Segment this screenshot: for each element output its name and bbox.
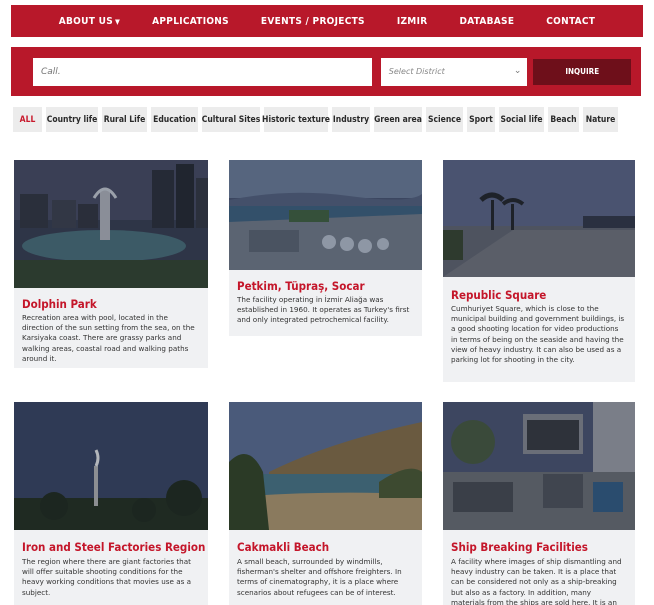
filter-science[interactable]: Science	[426, 107, 463, 132]
location-card[interactable]: Republic Square Cumhuriyet Square, which…	[443, 160, 635, 382]
filter-education[interactable]: Education	[151, 107, 198, 132]
chevron-down-icon: ▼	[115, 17, 121, 26]
search-bar: Select District ⌄ INQUIRE	[11, 47, 641, 96]
location-description: Recreation area with pool, located in th…	[22, 313, 195, 363]
filter-country-life[interactable]: Country life	[46, 107, 98, 132]
district-select[interactable]: Select District ⌄	[380, 57, 528, 86]
location-title: Petkim, Tüpraş, Socar	[237, 279, 365, 293]
location-card[interactable]: Cakmakli Beach A small beach, surrounded…	[229, 402, 422, 605]
filter-cultural-sites[interactable]: Cultural Sites	[202, 107, 260, 132]
nav-izmir[interactable]: IZMIR	[381, 16, 444, 27]
filter-beach[interactable]: Beach	[548, 107, 579, 132]
filter-industry[interactable]: Industry	[332, 107, 370, 132]
location-card[interactable]: Petkim, Tüpraş, Socar The facility opera…	[229, 160, 422, 336]
location-title: Iron and Steel Factories Region	[22, 540, 206, 554]
location-title: Cakmakli Beach	[237, 540, 330, 554]
chevron-down-icon: ⌄	[513, 65, 522, 76]
nav-database[interactable]: DATABASE	[443, 16, 530, 27]
filter-nature[interactable]: Nature	[583, 107, 618, 132]
location-photo	[14, 160, 208, 288]
location-card[interactable]: Ship Breaking Facilities A facility wher…	[443, 402, 635, 605]
category-filters: ALL Country life Rural Life Education Cu…	[13, 107, 637, 132]
location-description: A facility where images of ship dismantl…	[451, 557, 622, 605]
filter-social-life[interactable]: Social life	[499, 107, 544, 132]
top-navigation: ABOUT US ▼ APPLICATIONS EVENTS / PROJECTS…	[11, 5, 643, 37]
location-photo	[443, 402, 635, 530]
filter-sport[interactable]: Sport	[467, 107, 495, 132]
nav-applications[interactable]: APPLICATIONS	[136, 16, 245, 27]
filter-rural-life[interactable]: Rural Life	[102, 107, 147, 132]
district-select-label: Select District	[388, 67, 445, 76]
nav-about-us[interactable]: ABOUT US ▼	[43, 16, 136, 27]
location-title: Dolphin Park	[22, 297, 97, 311]
location-description: Cumhuriyet Square, which is close to the…	[451, 304, 625, 365]
nav-contact[interactable]: CONTACT	[530, 16, 611, 27]
location-title: Republic Square	[451, 288, 547, 302]
search-input[interactable]	[33, 57, 372, 86]
filter-historic-texture[interactable]: Historic texture	[262, 107, 330, 132]
location-card[interactable]: Iron and Steel Factories Region The regi…	[14, 402, 208, 605]
filter-green-area[interactable]: Green area	[374, 107, 422, 132]
location-photo	[229, 402, 422, 530]
nav-events-projects[interactable]: EVENTS / PROJECTS	[245, 16, 381, 27]
location-description: A small beach, surrounded by windmills, …	[237, 557, 402, 597]
location-photo	[443, 160, 635, 277]
location-description: The region where there are giant factori…	[22, 557, 192, 597]
location-card[interactable]: Dolphin Park Recreation area with pool, …	[14, 160, 208, 368]
inquire-button[interactable]: INQUIRE	[533, 58, 631, 85]
filter-all[interactable]: ALL	[13, 107, 42, 132]
location-photo	[229, 160, 422, 270]
nav-about-label: ABOUT US	[58, 15, 113, 27]
location-title: Ship Breaking Facilities	[451, 540, 588, 554]
location-photo	[14, 402, 208, 530]
location-description: The facility operating in İzmir Aliağa w…	[237, 295, 410, 325]
